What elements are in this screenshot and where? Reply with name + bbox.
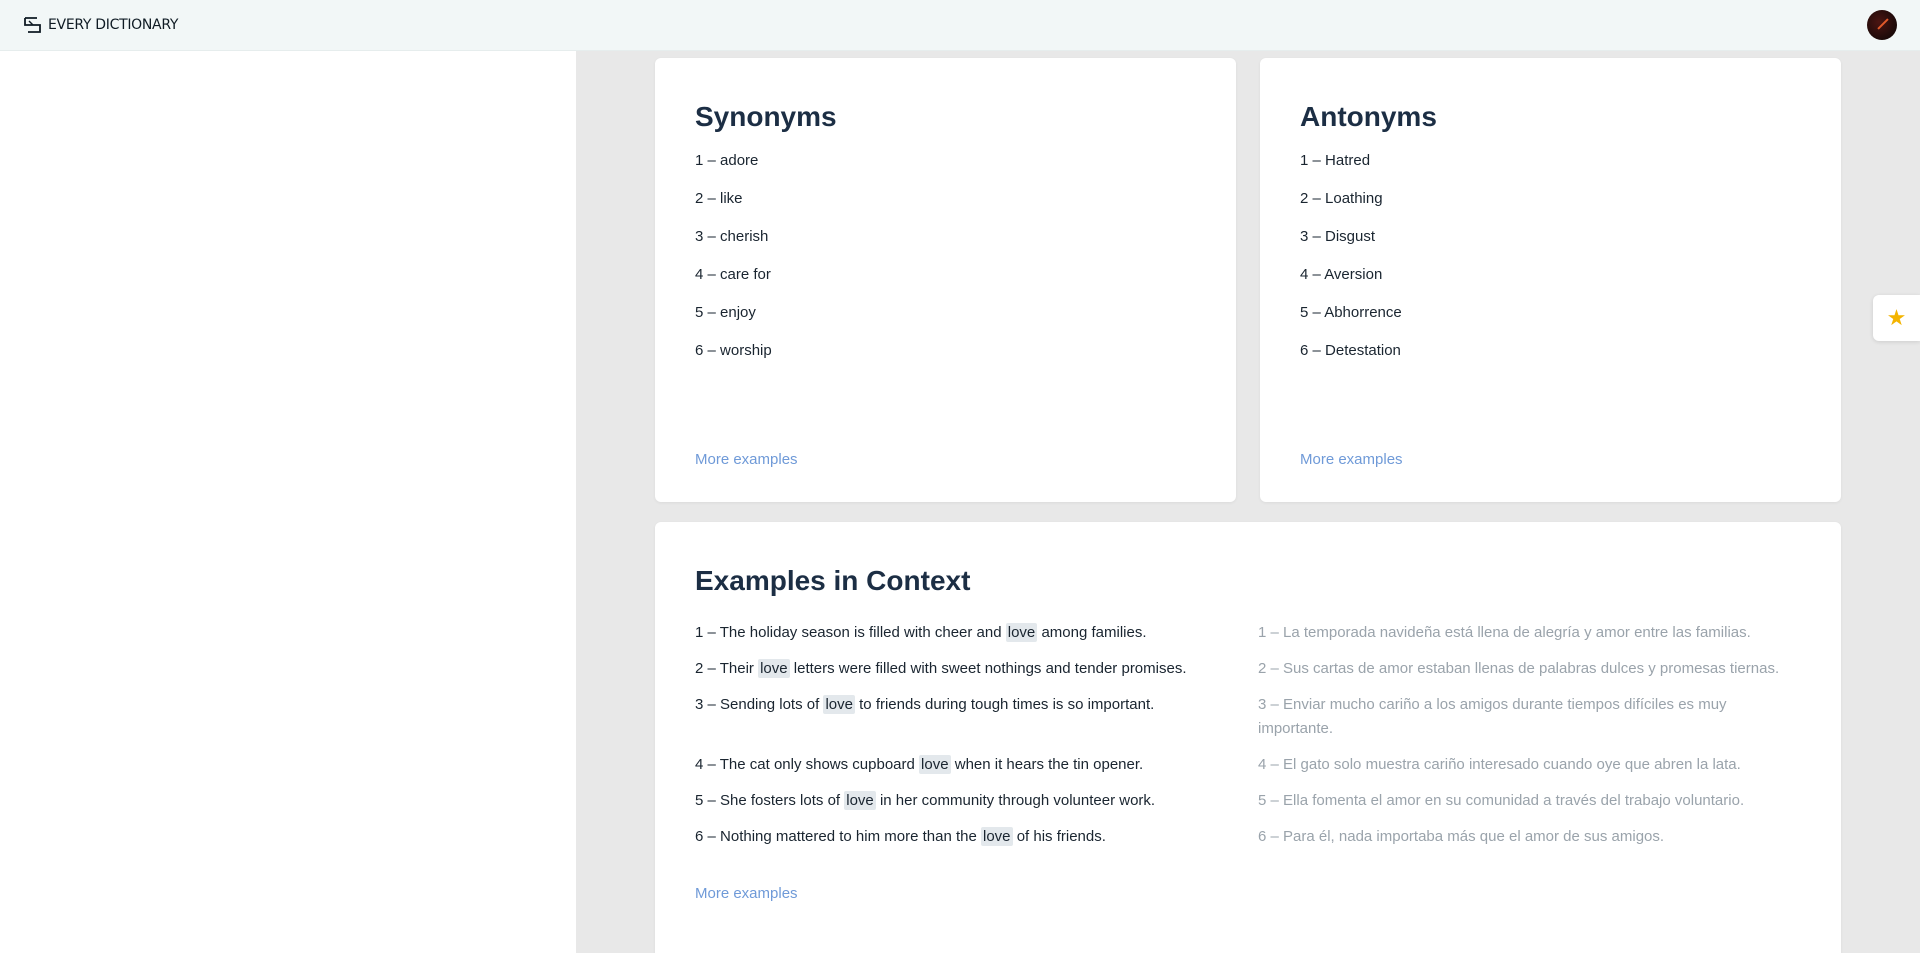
example-translation: 3 – Enviar mucho cariño a los amigos dur… <box>1258 696 1727 737</box>
example-english: 3 – Sending lots of love to friends duri… <box>695 693 1258 753</box>
logo[interactable]: EVERY DICTIONARY <box>23 16 178 34</box>
star-icon: ★ <box>1886 305 1907 330</box>
highlight-word: love <box>981 827 1013 846</box>
example-text-after: of his friends. <box>1012 828 1106 845</box>
example-translation: 1 – La temporada navideña está llena de … <box>1258 624 1751 641</box>
list-item: 3 – Disgust <box>1300 228 1376 245</box>
synonyms-title: Synonyms <box>695 101 837 132</box>
highlight-word: love <box>1005 623 1038 642</box>
logo-text: EVERY DICTIONARY <box>48 17 179 33</box>
examples-list: 1 – The holiday season is filled with ch… <box>695 621 1815 861</box>
example-english: 6 – Nothing mattered to him more than th… <box>695 825 1258 861</box>
logo-icon <box>24 17 41 33</box>
avatar[interactable] <box>1867 10 1897 40</box>
highlight-word: love <box>844 791 876 810</box>
example-english: 4 – The cat only shows cupboard love whe… <box>695 753 1258 789</box>
highlight-word: love <box>823 695 855 714</box>
list-item: 5 – enjoy <box>695 304 756 321</box>
example-english: 5 – She fosters lots of love in her comm… <box>695 789 1258 825</box>
left-panel <box>0 51 576 953</box>
highlight-word: love <box>919 755 951 774</box>
example-row: 2 – Their love letters were filled with … <box>695 657 1815 693</box>
highlight-word: love <box>758 659 790 678</box>
antonyms-title: Antonyms <box>1300 101 1437 132</box>
list-item: 4 – Aversion <box>1300 266 1383 283</box>
example-row: 6 – Nothing mattered to him more than th… <box>695 825 1815 861</box>
antonyms-more-link[interactable]: More examples <box>1300 451 1403 468</box>
example-text-after: letters were filled with sweet nothings … <box>789 660 1187 677</box>
example-translation: 6 – Para él, nada importaba más que el a… <box>1258 828 1665 845</box>
example-translation: 2 – Sus cartas de amor estaban llenas de… <box>1258 660 1780 677</box>
example-english: 2 – Their love letters were filled with … <box>695 657 1258 693</box>
example-row: 1 – The holiday season is filled with ch… <box>695 621 1815 657</box>
synonyms-more-link[interactable]: More examples <box>695 451 798 468</box>
antonyms-list: 1 – Hatred 2 – Loathing 3 – Disgust 4 – … <box>1300 152 1402 380</box>
list-item: 2 – like <box>695 190 743 207</box>
example-text-after: among families. <box>1037 624 1147 641</box>
favorite-button[interactable]: ★ <box>1873 295 1920 341</box>
example-text-after: to friends during tough times is so impo… <box>854 696 1155 713</box>
example-text-before: 2 – Their <box>695 660 759 677</box>
examples-card: Examples in Context 1 – The holiday seas… <box>655 522 1841 953</box>
example-english: 1 – The holiday season is filled with ch… <box>695 621 1258 657</box>
example-text-before: 5 – She fosters lots of <box>695 792 845 809</box>
example-text-before: 4 – The cat only shows cupboard <box>695 756 920 773</box>
example-row: 5 – She fosters lots of love in her comm… <box>695 789 1815 825</box>
antonyms-card: Antonyms 1 – Hatred 2 – Loathing 3 – Dis… <box>1260 58 1841 502</box>
synonyms-list: 1 – adore 2 – like 3 – cherish 4 – care … <box>695 152 772 380</box>
list-item: 2 – Loathing <box>1300 190 1383 207</box>
example-text-after: in her community through volunteer work. <box>875 792 1156 809</box>
main-content: Synonyms 1 – adore 2 – like 3 – cherish … <box>576 51 1920 953</box>
examples-title: Examples in Context <box>695 565 971 596</box>
synonyms-card: Synonyms 1 – adore 2 – like 3 – cherish … <box>655 58 1236 502</box>
list-item: 3 – cherish <box>695 228 769 245</box>
example-text-before: 1 – The holiday season is filled with ch… <box>695 624 1006 641</box>
list-item: 6 – worship <box>695 342 772 359</box>
example-row: 4 – The cat only shows cupboard love whe… <box>695 753 1815 789</box>
example-row: 3 – Sending lots of love to friends duri… <box>695 693 1815 753</box>
top-bar: EVERY DICTIONARY <box>0 0 1920 51</box>
list-item: 1 – Hatred <box>1300 152 1371 169</box>
example-text-before: 3 – Sending lots of <box>695 696 824 713</box>
list-item: 5 – Abhorrence <box>1300 304 1402 321</box>
list-item: 4 – care for <box>695 266 771 283</box>
example-text-before: 6 – Nothing mattered to him more than th… <box>695 828 981 845</box>
list-item: 1 – adore <box>695 152 759 169</box>
list-item: 6 – Detestation <box>1300 342 1401 359</box>
example-translation: 4 – El gato solo muestra cariño interesa… <box>1258 756 1741 773</box>
example-text-after: when it hears the tin opener. <box>950 756 1144 773</box>
example-translation: 5 – Ella fomenta el amor en su comunidad… <box>1258 792 1745 809</box>
examples-more-link[interactable]: More examples <box>695 885 798 902</box>
